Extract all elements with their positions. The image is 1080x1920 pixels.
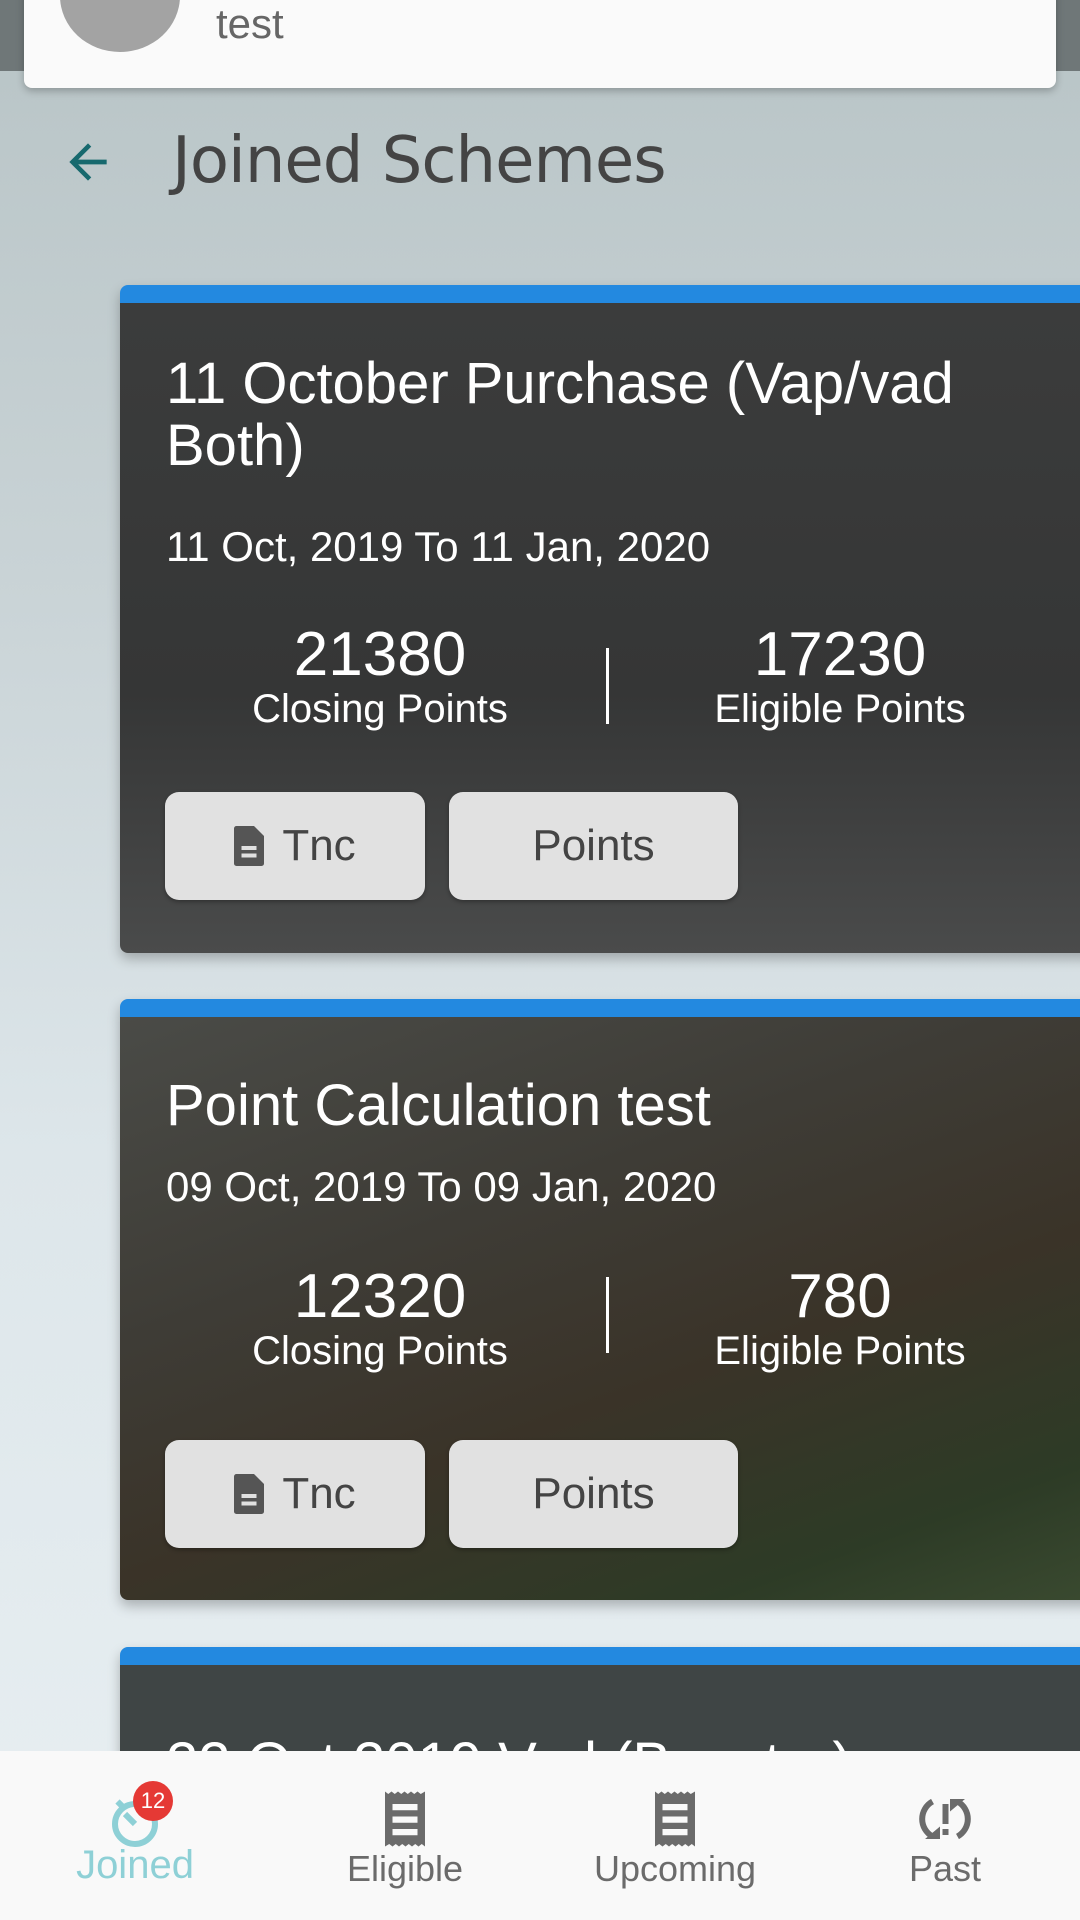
scheme-card[interactable]: Point Calculation test 09 Oct, 2019 To 0… [120, 999, 1080, 1600]
closing-points-label: Closing Points [252, 1329, 508, 1373]
receipt-icon [655, 1791, 695, 1847]
eligible-points: 17230 Eligible Points [690, 620, 990, 732]
notification-banner[interactable]: test [24, 0, 1056, 88]
tab-past[interactable]: Past [810, 1751, 1080, 1920]
tnc-label: Tnc [282, 1469, 356, 1518]
scheme-card[interactable]: 11 October Purchase (Vap/vad Both) 11 Oc… [120, 285, 1080, 953]
points-label: Points [532, 1469, 655, 1518]
scheme-title: Point Calculation test [166, 1073, 711, 1138]
eligible-points-value: 17230 [753, 620, 927, 689]
closing-points: 12320 Closing Points [230, 1262, 530, 1374]
points-button[interactable]: Points [449, 792, 738, 900]
closing-points-label: Closing Points [252, 687, 508, 731]
stat-divider [606, 648, 609, 724]
tnc-button[interactable]: Tnc [165, 792, 425, 900]
bottom-navigation: 12 Joined Eligible Upcoming Past [0, 1751, 1080, 1920]
back-arrow-icon[interactable] [60, 134, 116, 190]
closing-points-value: 12320 [293, 1262, 467, 1331]
document-icon [234, 1474, 265, 1514]
notification-text: test [216, 0, 284, 47]
page-header: Joined Schemes [0, 120, 1080, 205]
points-label: Points [532, 821, 655, 870]
eligible-points: 780 Eligible Points [690, 1262, 990, 1374]
document-icon [234, 826, 265, 866]
tab-label: Upcoming [593, 1848, 757, 1889]
receipt-icon [385, 1791, 425, 1847]
tab-label: Past [908, 1848, 982, 1889]
eligible-points-label: Eligible Points [714, 687, 966, 731]
tnc-button[interactable]: Tnc [165, 1440, 425, 1548]
scheme-date-range: 09 Oct, 2019 To 09 Jan, 2020 [166, 1163, 717, 1210]
tab-joined[interactable]: 12 Joined [0, 1751, 270, 1920]
points-button[interactable]: Points [449, 1440, 738, 1548]
tab-label: Eligible [346, 1848, 464, 1889]
tab-eligible[interactable]: Eligible [270, 1751, 540, 1920]
tnc-label: Tnc [282, 821, 356, 870]
page-title: Joined Schemes [172, 124, 667, 198]
joined-count-badge: 12 [133, 1781, 173, 1821]
notification-app-icon [60, 0, 180, 52]
eligible-points-label: Eligible Points [714, 1329, 966, 1373]
closing-points-value: 21380 [293, 620, 467, 689]
scheme-title: 11 October Purchase (Vap/vad Both) [166, 351, 954, 478]
scheme-date-range: 11 Oct, 2019 To 11 Jan, 2020 [166, 523, 711, 570]
tab-label: Joined [76, 1843, 194, 1887]
tab-upcoming[interactable]: Upcoming [540, 1751, 810, 1920]
sync-problem-icon [919, 1798, 971, 1840]
eligible-points-value: 780 [788, 1262, 892, 1331]
stat-divider [606, 1277, 609, 1353]
closing-points: 21380 Closing Points [230, 620, 530, 732]
